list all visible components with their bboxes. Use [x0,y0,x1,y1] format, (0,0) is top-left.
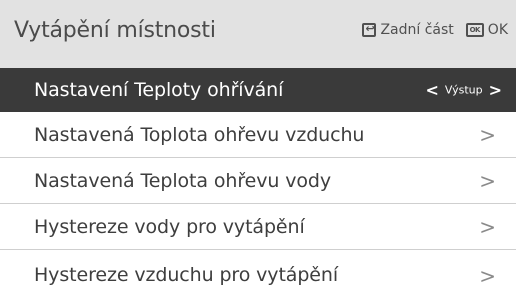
menu-item-label: Nastavená Teplota ohřevu vody [34,169,332,192]
header-bar: Vytápění místnosti ↩ Zadní část OK OK [0,0,516,68]
chevron-right-icon[interactable]: > [489,80,502,99]
chevron-right-icon: > [479,214,496,239]
heating-settings-screen: Vytápění místnosti ↩ Zadní část OK OK Na… [0,0,516,298]
menu-item-water-heating-hysteresis[interactable]: Hystereze vody pro vytápění > [0,204,516,250]
back-button[interactable]: ↩ Zadní část [362,22,454,38]
menu-item-label: Nastavení Teploty ohřívání [34,78,284,101]
ok-key-icon: OK [465,23,484,37]
menu-item-water-heating-temperature[interactable]: Nastavená Teplota ohřevu vody > [0,158,516,204]
menu-item-heating-temperature-setting[interactable]: Nastavení Teploty ohřívání < Výstup > [0,68,516,112]
back-label: Zadní část [380,22,454,38]
ok-button[interactable]: OK OK [465,22,508,38]
menu-item-air-heating-hysteresis[interactable]: Hystereze vzduchu pro vytápění > [0,250,516,288]
header-controls: ↩ Zadní část OK OK [362,22,508,38]
value-selector[interactable]: < Výstup > [425,80,502,99]
chevron-left-icon[interactable]: < [425,80,438,99]
page-title: Vytápění místnosti [14,18,216,43]
ok-label: OK [487,22,508,38]
menu-item-air-heating-temperature[interactable]: Nastavená Toplota ohřevu vzduchu > [0,112,516,158]
settings-list: Nastavení Teploty ohřívání < Výstup > Na… [0,68,516,288]
back-arrow-icon: ↩ [362,22,377,37]
menu-item-label: Hystereze vody pro vytápění [34,215,305,238]
chevron-right-icon: > [479,168,496,193]
menu-item-label: Nastavená Toplota ohřevu vzduchu [34,123,365,146]
chevron-right-icon: > [479,264,496,288]
menu-item-label: Hystereze vzduchu pro vytápění [34,264,339,286]
selected-value: Výstup [444,83,483,96]
chevron-right-icon: > [479,122,496,147]
